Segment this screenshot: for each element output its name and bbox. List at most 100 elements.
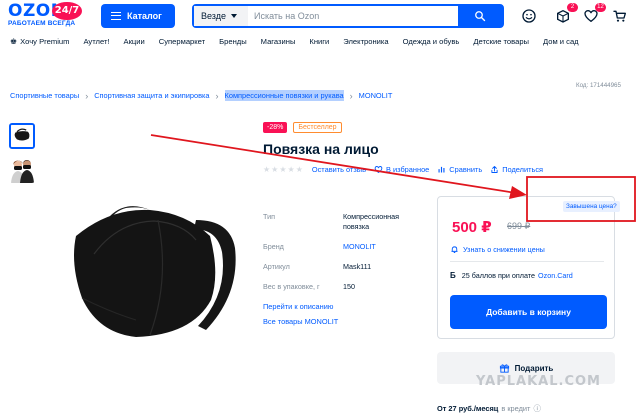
property-key: Бренд — [263, 242, 284, 251]
chevron-right-icon: › — [85, 90, 89, 101]
nav-label: Электроника — [343, 37, 389, 46]
divider — [450, 261, 604, 262]
search-bar: Везде — [192, 4, 504, 28]
nav-item-promo[interactable]: Акции — [124, 37, 145, 46]
product-tags: -28% Бестселлер — [263, 122, 342, 133]
nav-item-home[interactable]: Дом и сад — [543, 37, 579, 46]
property-value: Mask111 — [343, 262, 372, 271]
chevron-right-icon: › — [215, 90, 219, 101]
property-key: Артикул — [263, 262, 290, 271]
cart-icon — [613, 10, 626, 22]
mask-thumbnail-image — [11, 125, 33, 147]
property-row: Артикул Mask111 — [263, 262, 421, 272]
compare-label: Сравнить — [449, 165, 483, 174]
brand-link[interactable]: MONOLIT — [343, 242, 421, 252]
ozon-logo[interactable]: OZON 24/7 РАБОТАЕМ ВСЕГДА — [8, 2, 86, 29]
chevron-right-icon: › — [349, 90, 353, 101]
discount-badge: -28% — [263, 122, 288, 133]
nav-item-clothing[interactable]: Одежда и обувь — [403, 37, 460, 46]
credit-offer[interactable]: От 27 руб./месяц в кредит ⓘ — [437, 403, 541, 413]
product-image[interactable] — [70, 196, 245, 341]
premium-icon: ♚ — [10, 37, 18, 46]
nav-item-premium[interactable]: ♚ Хочу Premium — [10, 37, 69, 46]
property-key: Тип — [263, 212, 275, 221]
watermark: YAPLAKAL.COM — [476, 374, 601, 389]
nav-label: Книги — [309, 37, 330, 46]
price-card: 500 ₽ 699 ₽ Узнать о снижении цены Б 25 … — [437, 196, 615, 339]
property-value: 150 — [343, 282, 355, 291]
nav-label: Супермаркет — [158, 37, 206, 46]
orders-button[interactable]: 2 — [555, 3, 578, 24]
search-input[interactable] — [248, 6, 458, 26]
breadcrumb-item[interactable]: Компрессионные повязки и рукава — [224, 90, 344, 101]
catalog-button[interactable]: Каталог — [101, 4, 175, 28]
nav-item-kids[interactable]: Детские товары — [473, 37, 529, 46]
nav-label: Бренды — [219, 37, 247, 46]
current-price: 500 ₽ — [452, 219, 492, 236]
gallery-thumbnail[interactable] — [9, 157, 35, 183]
gallery-thumbnail[interactable] — [9, 123, 35, 149]
gift-label: Подарить — [514, 363, 554, 373]
nav-label: Одежда и обувь — [402, 37, 460, 46]
product-actions: ★★★★★ Оставить отзыв В избранное Сравнит… — [263, 165, 551, 174]
catalog-label: Каталог — [127, 11, 162, 21]
favorites-button[interactable]: 12 — [583, 3, 606, 24]
nav-label: Магазины — [260, 37, 296, 46]
review-label: Оставить отзыв — [311, 165, 367, 174]
nav-label: Детские товары — [473, 37, 530, 46]
breadcrumb-item[interactable]: Спортивные товары — [10, 91, 79, 100]
share-button[interactable]: Поделиться — [490, 165, 543, 174]
price-drop-alert-link[interactable]: Узнать о снижении цены — [450, 245, 545, 254]
product-properties: Тип Компрессионная повязка Бренд MONOLIT… — [263, 212, 421, 326]
credit-amount: От 27 руб./месяц — [437, 404, 499, 413]
add-to-favorites-button[interactable]: В избранное — [374, 165, 429, 174]
bestseller-badge: Бестселлер — [293, 122, 342, 133]
menu-icon — [111, 12, 121, 20]
share-icon — [491, 166, 498, 173]
nav-item-outlet[interactable]: Аутлет! — [83, 37, 109, 46]
old-price: 699 ₽ — [507, 221, 531, 231]
logo-tagline: РАБОТАЕМ ВСЕГДА — [8, 20, 76, 27]
ozon-card-link[interactable]: Ozon.Card — [538, 271, 573, 280]
nav-item-supermarket[interactable]: Супермаркет — [159, 37, 205, 46]
nav-label: Акции — [123, 37, 145, 46]
nav-item-books[interactable]: Книги — [309, 37, 329, 46]
chevron-down-icon — [231, 14, 237, 18]
price-alert-label: Узнать о снижении цены — [463, 245, 545, 254]
product-code: Код: 171444965 — [576, 82, 621, 89]
add-to-cart-button[interactable]: Добавить в корзину — [450, 295, 607, 329]
product-title: Повязка на лицо — [263, 141, 379, 157]
compare-icon — [438, 166, 445, 173]
go-to-description-link[interactable]: Перейти к описанию — [263, 302, 421, 311]
nav-label: Аутлет! — [83, 37, 110, 46]
nav-item-brands[interactable]: Бренды — [219, 37, 247, 46]
search-button[interactable] — [458, 6, 502, 26]
breadcrumb-item[interactable]: Спортивная защита и экипировка — [94, 91, 209, 100]
bell-icon — [451, 246, 458, 253]
credit-suffix: в кредит — [501, 404, 531, 413]
report-overpriced-button[interactable]: Завышена цена? — [563, 201, 620, 212]
bonus-points: Б 25 баллов при оплате Ozon.Card — [450, 271, 573, 280]
profile-button[interactable] — [521, 8, 537, 24]
heart-icon — [374, 166, 383, 174]
smile-icon — [522, 9, 536, 23]
property-row: Тип Компрессионная повязка — [263, 212, 421, 232]
info-icon: ⓘ — [533, 404, 541, 413]
rating-stars: ★★★★★ — [263, 165, 304, 174]
cart-count-badge: 2 — [567, 3, 578, 12]
nav-item-shops[interactable]: Магазины — [261, 37, 296, 46]
property-row: Вес в упаковке, г 150 — [263, 282, 421, 292]
property-row: Бренд MONOLIT — [263, 242, 421, 252]
property-key: Вес в упаковке, г — [263, 282, 320, 291]
favorites-count-badge: 12 — [595, 3, 606, 12]
search-scope-select[interactable]: Везде — [194, 6, 248, 26]
compare-button[interactable]: Сравнить — [437, 165, 482, 174]
review-link[interactable]: Оставить отзыв — [312, 165, 366, 174]
breadcrumb: Спортивные товары › Спортивная защита и … — [10, 90, 392, 101]
all-brand-products-link[interactable]: Все товары MONOLIT — [263, 317, 421, 326]
nav-label: Хочу Premium — [20, 37, 70, 46]
bonus-icon: Б — [450, 271, 456, 280]
cart-button[interactable] — [612, 8, 628, 24]
breadcrumb-item[interactable]: MONOLIT — [359, 91, 393, 100]
nav-item-electronics[interactable]: Электроника — [343, 37, 388, 46]
